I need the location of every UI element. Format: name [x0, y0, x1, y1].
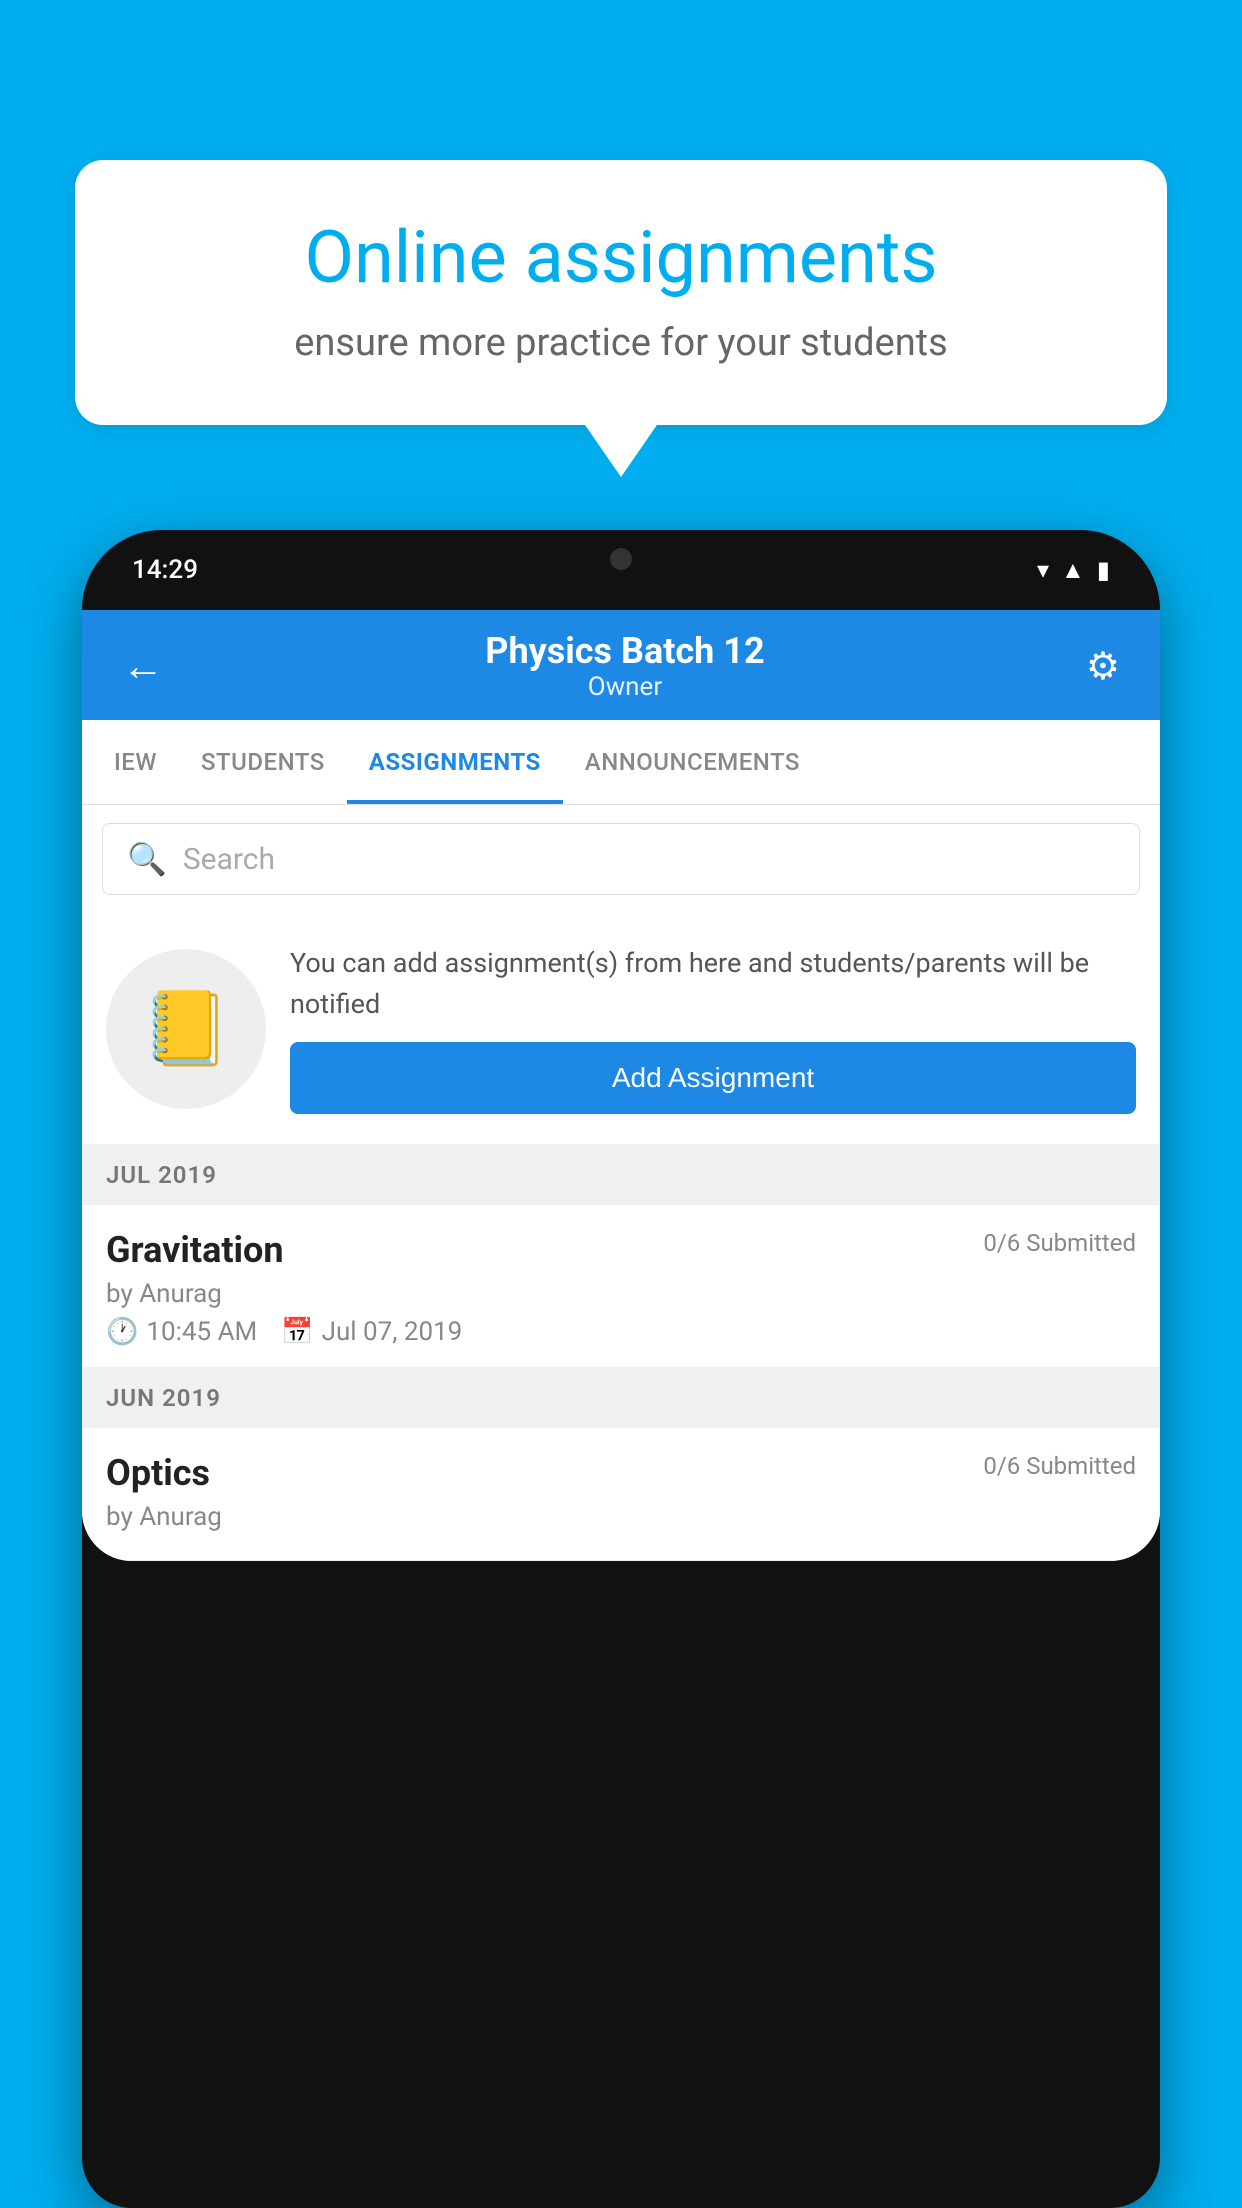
- assignment-by-gravitation: by Anurag: [106, 1279, 1136, 1309]
- phone-notch: [541, 530, 701, 585]
- notch-camera: [610, 548, 632, 570]
- section-header-jul: JUL 2019: [82, 1145, 1160, 1205]
- assignment-title-optics: Optics: [106, 1452, 210, 1494]
- add-assignment-button[interactable]: Add Assignment: [290, 1042, 1136, 1114]
- bubble-title: Online assignments: [135, 215, 1107, 301]
- search-icon: 🔍: [127, 840, 167, 878]
- search-placeholder: Search: [183, 842, 275, 877]
- tab-iew[interactable]: IEW: [92, 720, 179, 804]
- status-time: 14:29: [132, 555, 198, 585]
- assignment-title-gravitation: Gravitation: [106, 1229, 284, 1271]
- phone-frame: 14:29 ▾ ▲ ▮ ← Physics Batch 12 Owner ⚙ I…: [82, 530, 1160, 2208]
- search-container: 🔍 Search: [82, 805, 1160, 913]
- calendar-icon: 📅: [281, 1317, 313, 1347]
- assignment-item-gravitation[interactable]: Gravitation 0/6 Submitted by Anurag 🕐 10…: [82, 1205, 1160, 1368]
- phone-status-bar: 14:29 ▾ ▲ ▮: [82, 530, 1160, 610]
- tabs-bar: IEW STUDENTS ASSIGNMENTS ANNOUNCEMENTS: [82, 720, 1160, 805]
- promo-banner: 📒 You can add assignment(s) from here an…: [82, 913, 1160, 1145]
- header-title: Physics Batch 12: [485, 630, 764, 672]
- battery-icon: ▮: [1097, 556, 1110, 584]
- tab-assignments[interactable]: ASSIGNMENTS: [347, 720, 563, 804]
- search-box[interactable]: 🔍 Search: [102, 823, 1140, 895]
- status-icons: ▾ ▲ ▮: [1037, 556, 1110, 585]
- header-subtitle: Owner: [485, 672, 764, 702]
- wifi-icon: ▾: [1037, 556, 1049, 584]
- time-value: 10:45 AM: [146, 1317, 257, 1347]
- assignment-submitted-gravitation: 0/6 Submitted: [983, 1229, 1136, 1257]
- promo-content: You can add assignment(s) from here and …: [290, 943, 1136, 1114]
- assignment-item-optics[interactable]: Optics 0/6 Submitted by Anurag: [82, 1428, 1160, 1561]
- bubble-subtitle: ensure more practice for your students: [135, 321, 1107, 365]
- assignment-time-gravitation: 🕐 10:45 AM: [106, 1317, 257, 1347]
- assignment-meta-gravitation: 🕐 10:45 AM 📅 Jul 07, 2019: [106, 1317, 1136, 1347]
- settings-icon[interactable]: ⚙: [1086, 644, 1120, 689]
- back-button[interactable]: ←: [122, 642, 164, 691]
- assignment-top-row: Gravitation 0/6 Submitted: [106, 1229, 1136, 1271]
- signal-icon: ▲: [1061, 556, 1085, 585]
- speech-bubble-container: Online assignments ensure more practice …: [75, 160, 1167, 425]
- tab-students[interactable]: STUDENTS: [179, 720, 347, 804]
- header-center: Physics Batch 12 Owner: [485, 630, 764, 702]
- speech-bubble: Online assignments ensure more practice …: [75, 160, 1167, 425]
- assignment-submitted-optics: 0/6 Submitted: [983, 1452, 1136, 1480]
- assignment-by-optics: by Anurag: [106, 1502, 1136, 1532]
- notebook-icon: 📒: [141, 986, 231, 1071]
- assignment-date-gravitation: 📅 Jul 07, 2019: [281, 1317, 462, 1347]
- tab-announcements[interactable]: ANNOUNCEMENTS: [563, 720, 822, 804]
- promo-text: You can add assignment(s) from here and …: [290, 943, 1136, 1024]
- assignment-top-row-optics: Optics 0/6 Submitted: [106, 1452, 1136, 1494]
- clock-icon: 🕐: [106, 1317, 138, 1347]
- promo-icon-circle: 📒: [106, 949, 266, 1109]
- app-header: ← Physics Batch 12 Owner ⚙: [82, 610, 1160, 720]
- phone-screen: ← Physics Batch 12 Owner ⚙ IEW STUDENTS …: [82, 610, 1160, 1561]
- section-header-jun: JUN 2019: [82, 1368, 1160, 1428]
- date-value: Jul 07, 2019: [322, 1317, 463, 1347]
